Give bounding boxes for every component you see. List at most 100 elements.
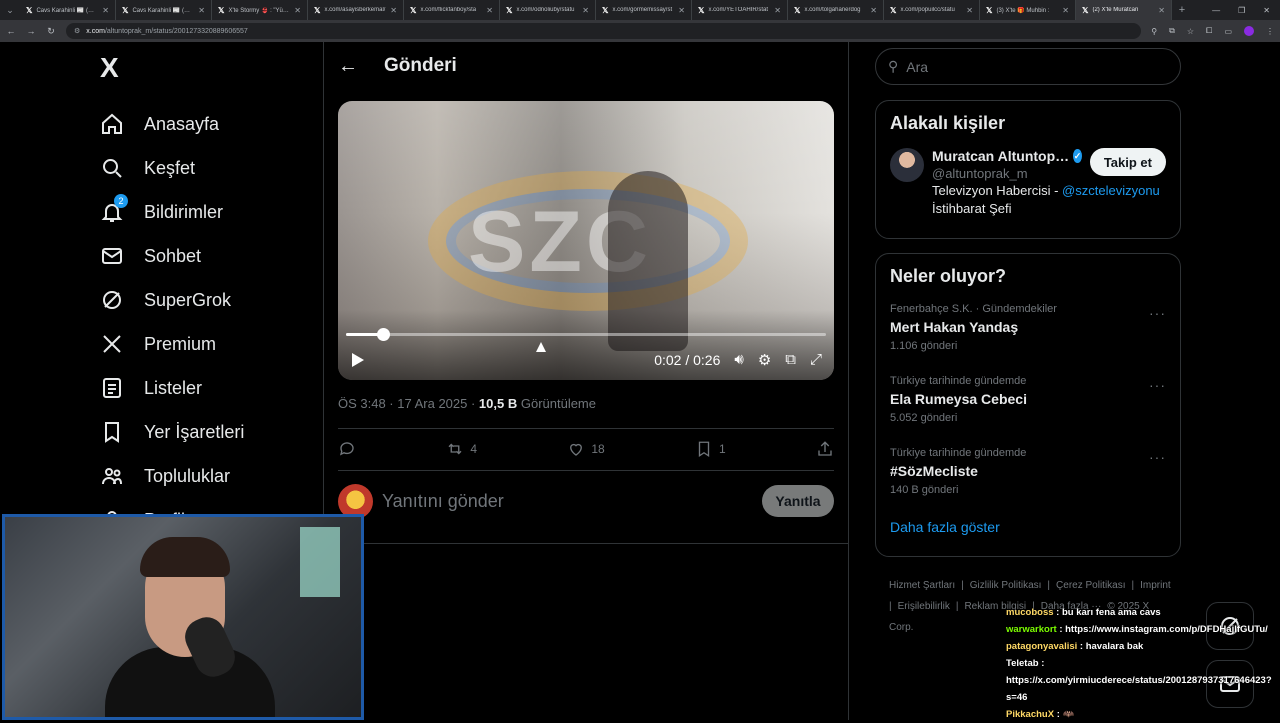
post-timestamp[interactable]: ÖS 3:48 · 17 Ara 2025 · <box>338 396 479 411</box>
browser-tab[interactable]: 𝕏 (3) X'te 🎁 Muhbin : ✕ <box>980 0 1076 20</box>
footer-link[interactable]: Hizmet Şartları <box>889 580 955 591</box>
zoom-icon[interactable]: ⚲ <box>1151 27 1157 36</box>
reply-input[interactable]: Yanıtını gönder <box>382 491 504 512</box>
trend-item[interactable]: Fenerbahçe S.K. · Gündemdekiler Mert Haka… <box>876 295 1180 367</box>
tab-close-icon[interactable]: ✕ <box>1158 6 1165 15</box>
nav-item-anasayfa[interactable]: Anasayfa <box>98 102 318 146</box>
nav-item-listeler[interactable]: Listeler <box>98 366 318 410</box>
url-path: /altuntoprak_m/status/200127332088960655… <box>104 27 248 35</box>
related-people-panel: Alakalı kişiler Muratcan Altuntop… ✓ @alt… <box>875 100 1181 239</box>
footer-link[interactable]: Gizlilik Politikası <box>970 580 1042 591</box>
fullscreen-icon[interactable]: ⤢ <box>810 351 822 369</box>
x-favicon-icon: 𝕏 <box>218 5 225 15</box>
tab-close-icon[interactable]: ✕ <box>198 6 205 15</box>
tab-title: x.com/flickfanboy/sta <box>420 7 477 13</box>
browser-tab[interactable]: 𝕏x.com/flickfanboy/sta ✕ <box>404 0 500 20</box>
more-options-icon[interactable]: ··· <box>1149 377 1166 393</box>
share-button[interactable] <box>816 440 834 458</box>
person-name[interactable]: Muratcan Altuntop… <box>932 148 1069 164</box>
browser-tab[interactable]: 𝕏x.com/asayisberkemal/ ✕ <box>308 0 404 20</box>
tab-close-icon[interactable]: ✕ <box>870 6 877 15</box>
video-progress-bar[interactable] <box>346 328 826 341</box>
menu-icon[interactable]: ⋮ <box>1266 27 1274 36</box>
tab-close-icon[interactable]: ✕ <box>486 6 493 15</box>
reply-submit-button[interactable]: Yanıtla <box>762 485 834 517</box>
divider <box>338 428 834 429</box>
play-icon[interactable] <box>352 353 364 367</box>
bookmark-icon <box>98 418 126 446</box>
browser-tab[interactable]: 𝕏x.com/popuilcc/statu ✕ <box>884 0 980 20</box>
minimize-icon[interactable]: — <box>1212 6 1220 15</box>
video-scrubber-handle[interactable] <box>376 328 390 341</box>
trend-item[interactable]: Türkiye tarihinde gündemde Ela Rumeysa Ce… <box>876 367 1180 439</box>
tab-close-icon[interactable]: ✕ <box>102 6 109 15</box>
picture-in-picture-icon[interactable]: ⧉ <box>785 351 796 369</box>
browser-tab[interactable]: 𝕏 (2) X'te Muratcan ✕ <box>1076 0 1172 20</box>
tab-close-icon[interactable]: ✕ <box>678 6 685 15</box>
person-avatar[interactable] <box>890 148 924 182</box>
tab-close-icon[interactable]: ✕ <box>390 6 397 15</box>
volume-icon[interactable]: 🔊︎ <box>734 351 743 369</box>
x-favicon-icon: 𝕏 <box>1082 5 1089 15</box>
reload-icon[interactable]: ↻ <box>46 26 56 37</box>
nav-item-supergrok[interactable]: SuperGrok <box>98 278 318 322</box>
new-tab-button[interactable]: + <box>1172 4 1192 16</box>
install-icon[interactable]: ⧉ <box>1169 26 1175 36</box>
settings-gear-icon[interactable]: ⚙ <box>758 351 771 369</box>
tab-search-icon[interactable]: ⌄ <box>0 0 20 20</box>
browser-tab[interactable]: 𝕏 Cavs Karahinli 📰 (@cr ✕ <box>20 0 116 20</box>
footer-link[interactable]: Erişilebilirlik <box>898 601 950 612</box>
url-field[interactable]: ⚙ x.com/altuntoprak_m/status/20012733208… <box>66 23 1142 39</box>
video-player[interactable]: SZC 0:02 / 0:26 🔊︎ ⚙ ⧉ ⤢ <box>338 101 834 380</box>
nav-item-premium[interactable]: Premium <box>98 322 318 366</box>
search-input[interactable]: ⚲ Ara <box>875 48 1181 85</box>
more-options-icon[interactable]: ··· <box>1149 449 1166 465</box>
bio-link[interactable]: @szctelevizyonu <box>1062 183 1160 198</box>
tab-title: x.com/odnoliuby/statu <box>516 7 575 13</box>
follow-button[interactable]: Takip et <box>1089 148 1166 176</box>
nav-item-yer-i-şaretleri[interactable]: Yer İşaretleri <box>98 410 318 454</box>
like-button[interactable]: 18 <box>567 440 605 458</box>
trend-item[interactable]: Türkiye tarihinde gündemde #SözMecliste 14… <box>876 439 1180 511</box>
star-icon[interactable]: ☆ <box>1187 27 1194 36</box>
footer-link[interactable]: Çerez Politikası <box>1056 580 1125 591</box>
back-arrow-icon[interactable]: ← <box>338 55 358 78</box>
browser-tab[interactable]: 𝕏 Cavs Karahinli 📰 (@cr ✕ <box>116 0 212 20</box>
browser-tab[interactable]: 𝕏x.com/YETOAHIR/stat ✕ <box>692 0 788 20</box>
tab-close-icon[interactable]: ✕ <box>294 6 301 15</box>
site-info-icon[interactable]: ⚙ <box>74 27 80 35</box>
repost-button[interactable]: 4 <box>446 440 477 458</box>
chat-text: : https://www.instagram.com/p/DFDHajlfGU… <box>1056 624 1268 635</box>
more-options-icon[interactable]: ··· <box>1149 305 1166 321</box>
trend-name: Ela Rumeysa Cebeci <box>890 391 1027 407</box>
footer-link[interactable]: Imprint <box>1140 580 1171 591</box>
reply-button[interactable] <box>338 440 356 458</box>
tab-close-icon[interactable]: ✕ <box>774 6 781 15</box>
sidebar-icon[interactable]: ▭ <box>1224 27 1232 36</box>
home-icon <box>98 110 126 138</box>
tab-close-icon[interactable]: ✕ <box>582 6 589 15</box>
tab-close-icon[interactable]: ✕ <box>1062 6 1069 15</box>
nav-item-keşfet[interactable]: Keşfet <box>98 146 318 190</box>
x-logo[interactable]: X <box>100 48 318 88</box>
browser-tab[interactable]: 𝕏x.com/tolgahanerdog ✕ <box>788 0 884 20</box>
forward-arrow-icon[interactable]: → <box>26 26 36 36</box>
browser-tab[interactable]: 𝕏x.com/odnoliuby/statu ✕ <box>500 0 596 20</box>
profile-avatar-icon[interactable] <box>1244 26 1254 36</box>
show-more-link[interactable]: Daha fazla göster <box>876 511 1180 549</box>
webcam-overlay <box>2 514 364 720</box>
browser-tab[interactable]: 𝕏x.com/gormemissay/st ✕ <box>596 0 692 20</box>
x-favicon-icon: 𝕏 <box>506 5 513 15</box>
nav-item-bildirimler[interactable]: 2 Bildirimler <box>98 190 318 234</box>
close-window-icon[interactable]: ✕ <box>1263 6 1270 15</box>
bookmark-button[interactable]: 1 <box>695 440 726 458</box>
nav-item-topluluklar[interactable]: Topluluklar <box>98 454 318 498</box>
restore-icon[interactable]: ❐ <box>1238 6 1245 15</box>
nav-item-sohbet[interactable]: Sohbet <box>98 234 318 278</box>
back-arrow-icon[interactable]: ← <box>6 26 16 36</box>
extensions-icon[interactable]: ⧠ <box>1206 26 1212 36</box>
person-handle[interactable]: @altuntoprak_m <box>932 166 1082 181</box>
divider <box>338 470 834 471</box>
browser-tab[interactable]: 𝕏 X'te Stormy 👙 : "Yüzsü ✕ <box>212 0 308 20</box>
tab-close-icon[interactable]: ✕ <box>966 6 973 15</box>
